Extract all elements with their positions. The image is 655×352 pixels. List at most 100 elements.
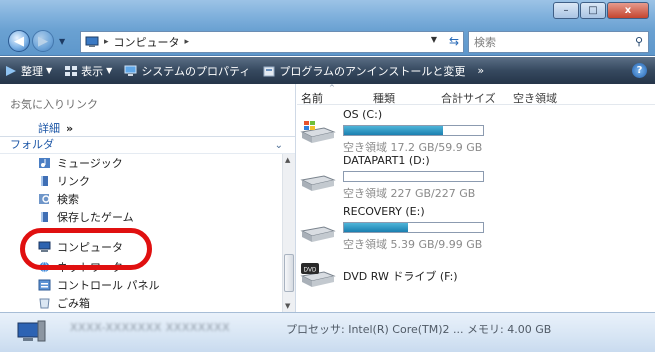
- drive-name: DVD RW ドライブ (F:): [343, 270, 458, 283]
- refresh-icon[interactable]: ⇆: [449, 34, 459, 48]
- folder-tree: ミュージック リンク 検索 保存したゲーム コンピュータ ネットワーク コントロ…: [0, 154, 282, 312]
- views-label: 表示: [81, 64, 104, 78]
- navigation-buttons: ◀ ▶ ▼: [8, 30, 68, 52]
- command-bar: 整理 ▼ 表示 ▼ システムのプロパティ プログラムのアンインストールと変更 »…: [0, 57, 655, 84]
- tree-item-computer[interactable]: コンピュータ: [38, 238, 123, 256]
- views-button[interactable]: 表示 ▼: [64, 63, 112, 79]
- drive-name: OS (C:): [343, 108, 383, 121]
- more-chevron-icon: »: [477, 64, 485, 77]
- search-input[interactable]: 検索: [474, 34, 496, 50]
- tree-item-label: コントロール パネル: [57, 279, 160, 292]
- column-type[interactable]: 種類: [373, 90, 395, 106]
- scroll-up-icon[interactable]: ▲: [285, 156, 290, 164]
- address-dropdown-icon[interactable]: ▼: [431, 35, 437, 44]
- back-arrow-icon: ◀: [14, 33, 24, 49]
- tree-item-control-panel[interactable]: コントロール パネル: [38, 276, 160, 294]
- drive-usage-fill: [344, 223, 408, 232]
- column-label: 名前: [301, 92, 323, 105]
- more-links-label: 詳細: [38, 122, 60, 135]
- recent-pages-dropdown-icon[interactable]: ▼: [59, 37, 65, 46]
- drive-free-space: 空き領域 227 GB/227 GB: [343, 187, 476, 200]
- drive-free-space: 空き領域 17.2 GB/59.9 GB: [343, 141, 483, 154]
- windows-drive-icon: [300, 121, 336, 143]
- drive-item-f[interactable]: DVD DVD RW ドライブ (F:): [297, 256, 655, 310]
- organize-label: 整理: [21, 64, 43, 78]
- more-commands-button[interactable]: »: [477, 64, 484, 77]
- address-bar[interactable]: ▸ コンピュータ ▸ ▼ ⇆: [80, 31, 464, 53]
- drive-usage-bar: [343, 171, 484, 182]
- tree-item-search[interactable]: 検索: [38, 190, 79, 208]
- minimize-button[interactable]: –: [553, 2, 579, 19]
- drive-usage-bar: [343, 125, 484, 136]
- forward-button[interactable]: ▶: [32, 30, 54, 52]
- network-icon: [39, 262, 50, 273]
- tree-item-network[interactable]: ネットワーク: [38, 261, 123, 276]
- sort-ascending-icon: ^: [329, 84, 335, 92]
- tree-item-label: ごみ箱: [57, 297, 90, 310]
- saved-games-icon: [41, 212, 48, 222]
- system-properties-icon: [124, 65, 137, 76]
- control-panel-icon: [38, 279, 51, 291]
- breadcrumb-chevron-icon[interactable]: ▸: [185, 37, 190, 47]
- breadcrumb-separator-icon[interactable]: ▸: [104, 37, 109, 47]
- drive-usage-bar: [343, 222, 484, 233]
- drive-item-d[interactable]: DATAPART1 (D:) 空き領域 227 GB/227 GB: [297, 154, 655, 208]
- content-pane: 名前 ^ 種類 合計サイズ 空き領域 OS (C:) 空き領域 17.2 GB/…: [297, 84, 655, 312]
- organize-button[interactable]: 整理 ▼: [4, 63, 52, 79]
- tree-item-recycle-bin[interactable]: ごみ箱: [38, 294, 90, 312]
- processor-memory-info: プロセッサ: Intel(R) Core(TM)2 ... メモリ: 4.00 …: [286, 323, 552, 336]
- dvd-drive-icon: DVD: [300, 263, 336, 287]
- navigation-pane: お気に入りリンク 詳細 » フォルダ ⌄ ミュージック リンク 検索 保存したゲー…: [0, 84, 296, 312]
- computer-icon: [17, 320, 46, 342]
- help-icon: ?: [636, 65, 643, 76]
- drive-item-e[interactable]: RECOVERY (E:) 空き領域 5.39 GB/9.99 GB: [297, 205, 655, 259]
- scroll-down-icon[interactable]: ▼: [285, 302, 290, 310]
- drive-free-space: 空き領域 5.39 GB/9.99 GB: [343, 238, 483, 251]
- search-icon[interactable]: ⚲: [635, 35, 643, 48]
- drive-name: RECOVERY (E:): [343, 205, 425, 218]
- recycle-bin-icon: [39, 298, 50, 309]
- organize-icon: [6, 65, 16, 76]
- tree-item-label: リンク: [57, 175, 90, 188]
- uninstall-program-label: プログラムのアンインストールと変更: [279, 64, 466, 78]
- favorite-links-title: お気に入りリンク: [10, 98, 98, 111]
- forward-arrow-icon: ▶: [38, 33, 48, 49]
- chevron-down-icon: ▼: [46, 66, 53, 75]
- title-bar: – □ x ◀ ▶ ▼ ▸ コンピュータ ▸ ▼ ⇆ 検索 ⚲: [0, 0, 655, 56]
- tree-item-label: ネットワーク: [57, 261, 123, 274]
- tree-item-label: コンピュータ: [57, 241, 123, 254]
- column-header-row: 名前 ^ 種類 合計サイズ 空き領域: [297, 84, 655, 106]
- maximize-button[interactable]: □: [580, 2, 606, 19]
- links-folder-icon: [41, 176, 48, 186]
- drive-name: DATAPART1 (D:): [343, 154, 430, 167]
- hard-drive-icon: [300, 175, 336, 191]
- window-controls: – □ x: [552, 2, 649, 19]
- folders-label: フォルダ: [10, 138, 54, 151]
- column-name[interactable]: 名前 ^: [301, 84, 335, 106]
- column-free-space[interactable]: 空き領域: [513, 90, 557, 106]
- chevron-down-icon: ▼: [106, 66, 113, 75]
- computer-icon: [38, 241, 51, 252]
- more-links-button[interactable]: 詳細 »: [38, 120, 73, 136]
- svg-text:DVD: DVD: [304, 268, 317, 274]
- tree-item-links[interactable]: リンク: [38, 172, 90, 190]
- uninstall-program-button[interactable]: プログラムのアンインストールと変更: [262, 63, 465, 79]
- column-total-size[interactable]: 合計サイズ: [441, 90, 496, 106]
- music-folder-icon: [39, 158, 50, 168]
- chevron-down-icon: ⌄: [274, 140, 283, 151]
- tree-item-saved-games[interactable]: 保存したゲーム: [38, 208, 134, 226]
- folders-header[interactable]: フォルダ ⌄: [0, 136, 295, 154]
- breadcrumb-computer[interactable]: コンピュータ: [114, 34, 180, 50]
- tree-item-music[interactable]: ミュージック: [38, 154, 123, 172]
- back-button[interactable]: ◀: [8, 30, 30, 52]
- double-chevron-icon: »: [66, 122, 74, 135]
- scrollbar-thumb[interactable]: [284, 254, 294, 292]
- system-properties-button[interactable]: システムのプロパティ: [124, 63, 250, 79]
- close-button[interactable]: x: [607, 2, 649, 19]
- computer-icon: [85, 36, 99, 47]
- nav-pane-scrollbar[interactable]: ▲ ▼: [282, 154, 295, 312]
- search-box[interactable]: 検索 ⚲: [468, 31, 649, 53]
- tree-item-label: ミュージック: [57, 157, 123, 170]
- details-pane: XXXX-XXXXXXX XXXXXXXX プロセッサ: Intel(R) Co…: [0, 312, 655, 352]
- help-button[interactable]: ?: [632, 63, 647, 78]
